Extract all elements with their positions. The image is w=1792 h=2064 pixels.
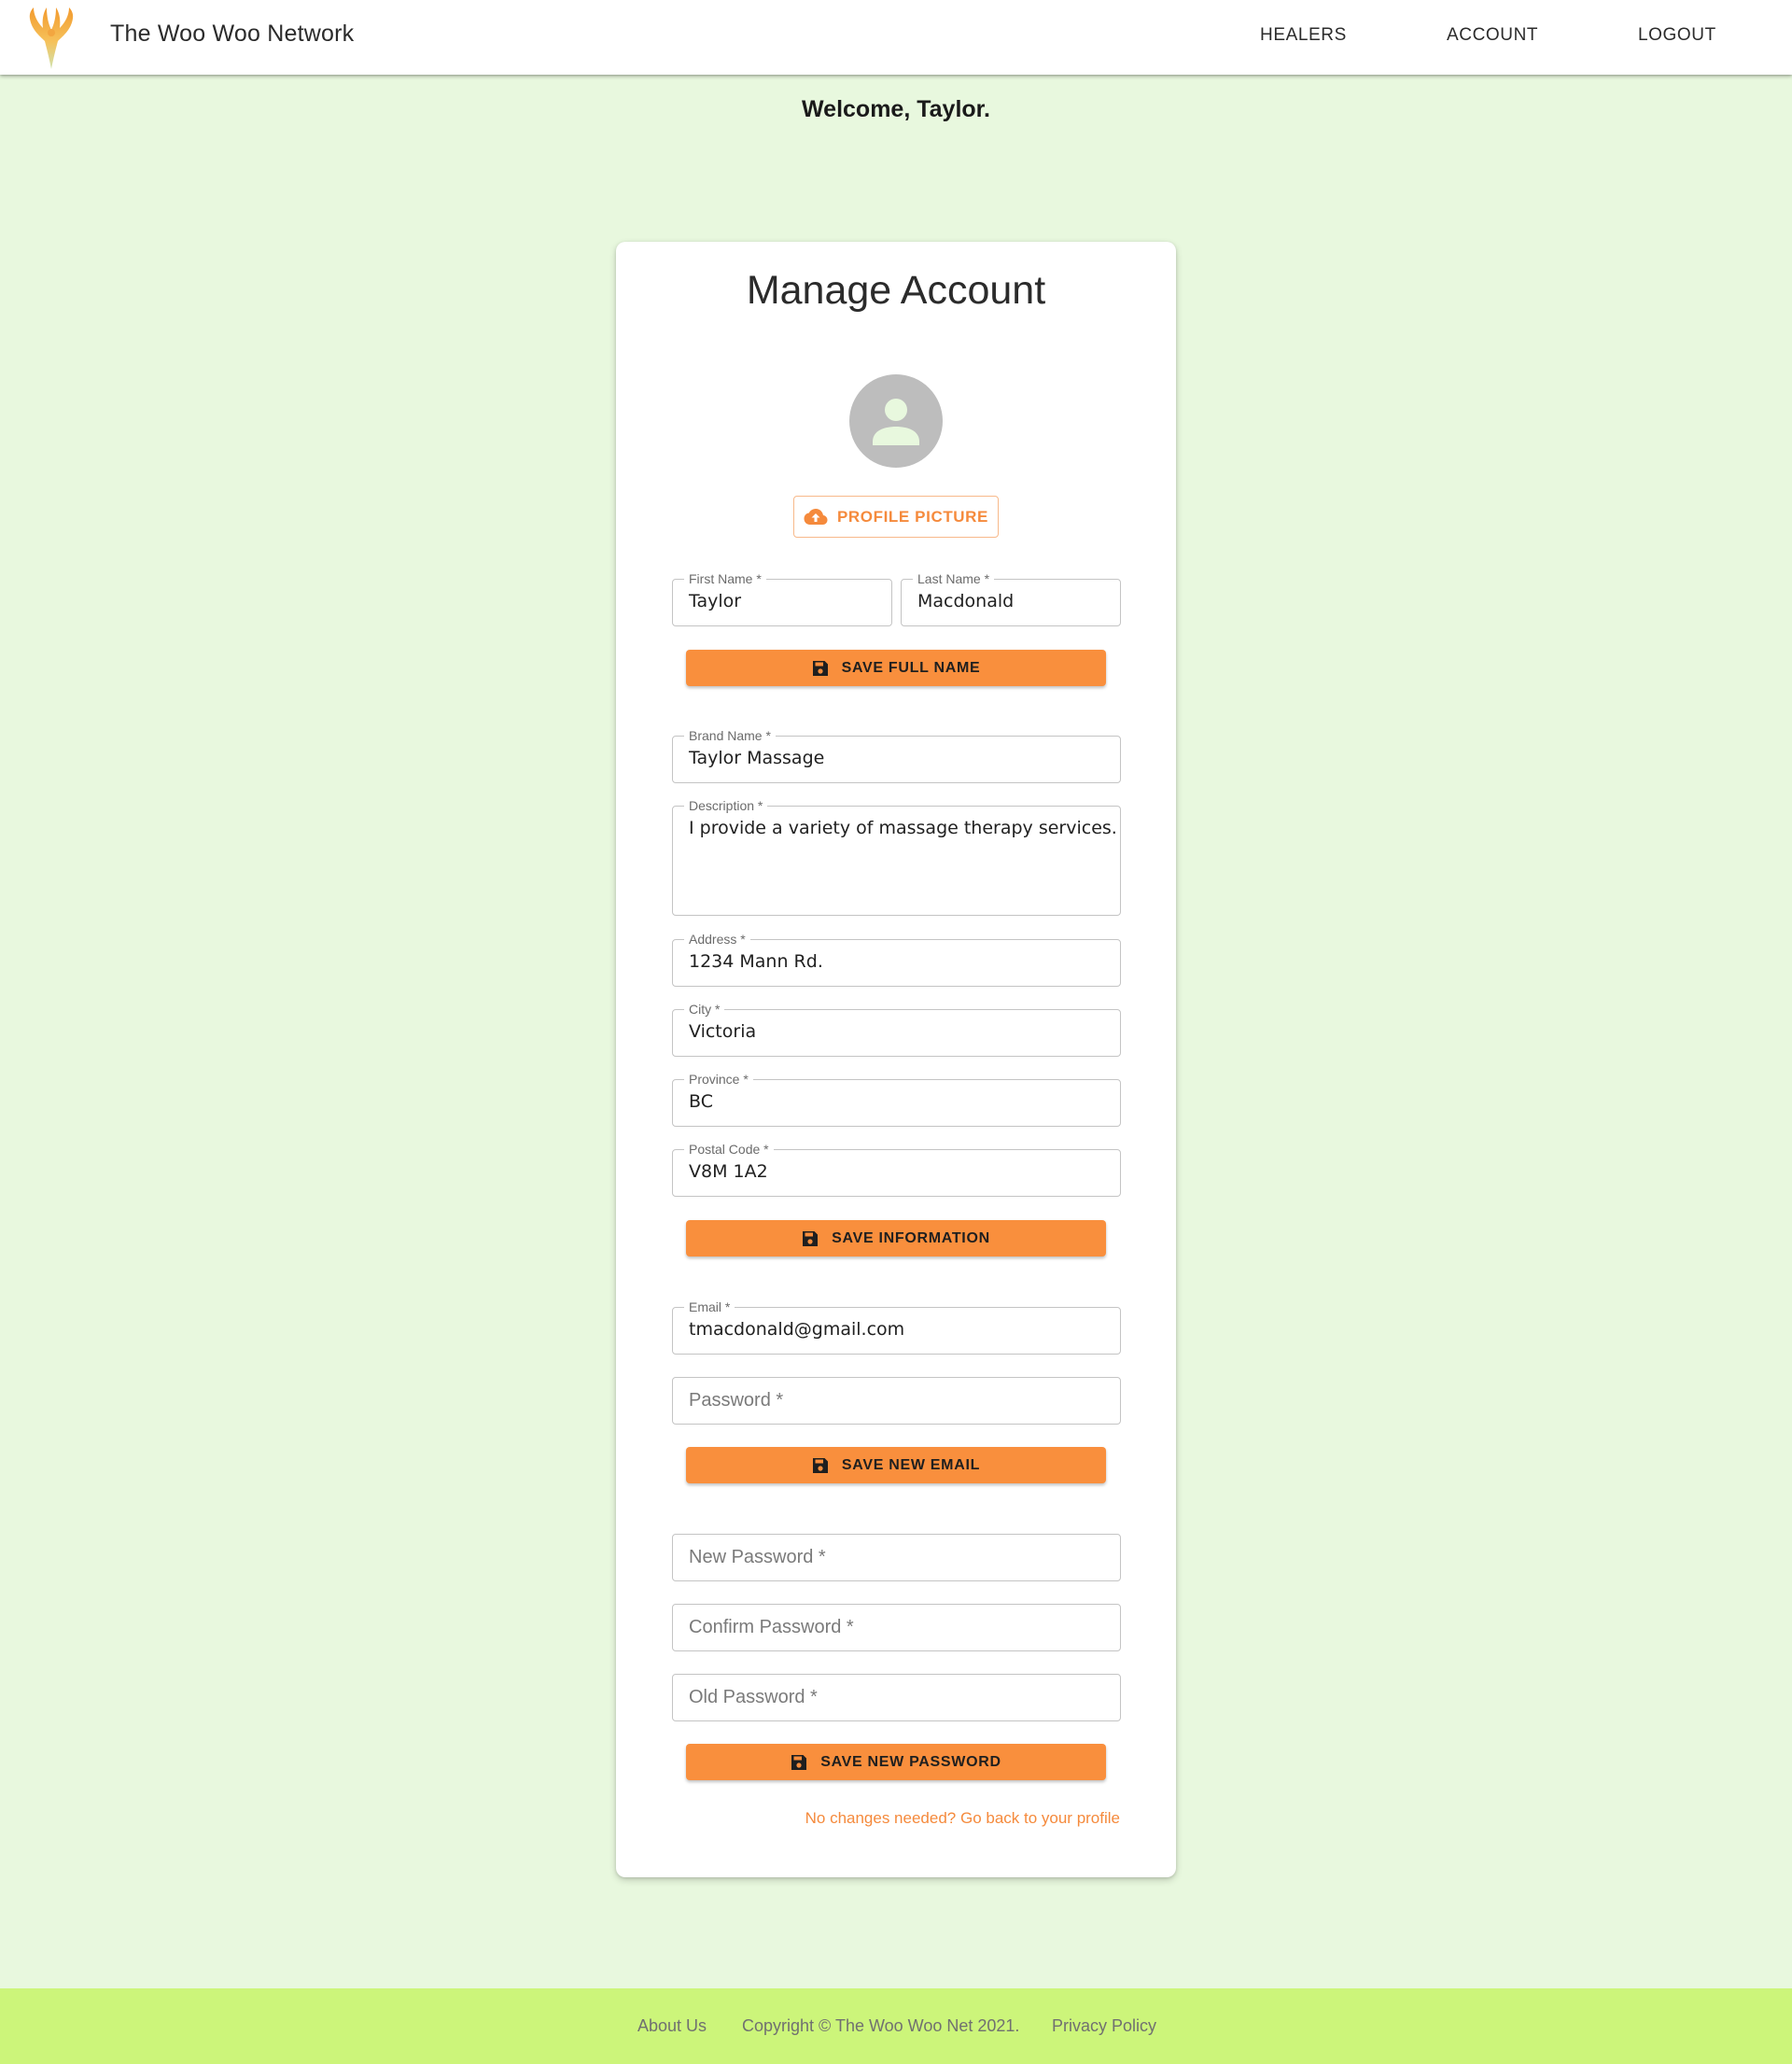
avatar-person-icon — [873, 399, 919, 445]
email-field[interactable]: Email * tmacdonald@gmail.com — [672, 1299, 1121, 1355]
description-label: Description * — [684, 798, 768, 813]
first-name-field[interactable]: First Name * Taylor — [672, 571, 892, 626]
address-value[interactable]: 1234 Mann Rd. — [689, 951, 823, 972]
save-floppy-icon — [791, 1754, 807, 1770]
confirm-password-field[interactable]: Confirm Password * — [672, 1604, 1121, 1651]
save-full-name-label: SAVE FULL NAME — [841, 659, 981, 676]
city-field[interactable]: City * Victoria — [672, 1002, 1121, 1057]
last-name-label: Last Name * — [913, 571, 995, 586]
manage-account-card: Manage Account PROFILE PICTURE First Nam… — [616, 242, 1176, 1877]
nav-logout[interactable]: LOGOUT — [1638, 25, 1716, 46]
description-field[interactable]: Description * I provide a variety of mas… — [672, 798, 1121, 916]
password-placeholder: Password * — [689, 1390, 784, 1411]
back-to-profile-link[interactable]: No changes needed? Go back to your profi… — [805, 1809, 1120, 1828]
first-name-value[interactable]: Taylor — [689, 591, 741, 611]
description-value[interactable]: I provide a variety of massage therapy s… — [689, 818, 1117, 838]
password-field[interactable]: Password * — [672, 1377, 1121, 1425]
new-password-field[interactable]: New Password * — [672, 1534, 1121, 1581]
save-full-name-button[interactable]: SAVE FULL NAME — [686, 650, 1106, 686]
old-password-placeholder: Old Password * — [689, 1687, 818, 1707]
province-value[interactable]: BC — [689, 1091, 713, 1112]
save-new-password-label: SAVE NEW PASSWORD — [820, 1753, 1001, 1770]
upload-label: PROFILE PICTURE — [836, 507, 988, 526]
address-label: Address * — [684, 932, 750, 947]
footer-about-link[interactable]: About Us — [637, 2016, 707, 2036]
save-floppy-icon — [803, 1230, 819, 1246]
save-information-label: SAVE INFORMATION — [832, 1229, 990, 1246]
nav-account[interactable]: ACCOUNT — [1447, 25, 1538, 46]
first-name-label: First Name * — [684, 571, 766, 586]
province-label: Province * — [684, 1072, 753, 1087]
city-value[interactable]: Victoria — [689, 1021, 756, 1042]
footer: About Us Copyright © The Woo Woo Net 202… — [0, 1988, 1792, 2064]
logo-flame-icon[interactable] — [26, 4, 77, 71]
last-name-field[interactable]: Last Name * Macdonald — [901, 571, 1121, 626]
footer-privacy-link[interactable]: Privacy Policy — [1052, 2016, 1156, 2036]
old-password-field[interactable]: Old Password * — [672, 1674, 1121, 1721]
save-new-email-button[interactable]: SAVE NEW EMAIL — [686, 1447, 1106, 1483]
city-label: City * — [684, 1002, 725, 1017]
save-floppy-icon — [812, 1457, 828, 1473]
avatar — [849, 374, 943, 468]
email-label: Email * — [684, 1299, 735, 1314]
welcome-message: Welcome, Taylor. — [802, 96, 990, 122]
save-information-button[interactable]: SAVE INFORMATION — [686, 1220, 1106, 1257]
app-bar: The Woo Woo Network HEALERS ACCOUNT LOGO… — [0, 0, 1792, 75]
email-value[interactable]: tmacdonald@gmail.com — [689, 1319, 904, 1340]
postal-code-label: Postal Code * — [684, 1142, 774, 1157]
brand-title[interactable]: The Woo Woo Network — [110, 21, 354, 48]
cloud-upload-icon — [804, 508, 828, 525]
save-new-password-button[interactable]: SAVE NEW PASSWORD — [686, 1744, 1106, 1780]
brand-name-value[interactable]: Taylor Massage — [689, 748, 824, 768]
brand-name-field[interactable]: Brand Name * Taylor Massage — [672, 728, 1121, 783]
address-field[interactable]: Address * 1234 Mann Rd. — [672, 932, 1121, 987]
page-title: Manage Account — [746, 268, 1046, 313]
save-floppy-icon — [812, 660, 828, 676]
footer-copyright: Copyright © The Woo Woo Net 2021. — [742, 2016, 1020, 2035]
new-password-placeholder: New Password * — [689, 1547, 826, 1567]
province-field[interactable]: Province * BC — [672, 1072, 1121, 1127]
upload-profile-picture-button[interactable]: PROFILE PICTURE — [793, 496, 999, 538]
postal-code-value[interactable]: V8M 1A2 — [689, 1161, 768, 1182]
last-name-value[interactable]: Macdonald — [917, 591, 1014, 611]
nav-healers[interactable]: HEALERS — [1260, 25, 1347, 46]
brand-name-label: Brand Name * — [684, 728, 776, 743]
confirm-password-placeholder: Confirm Password * — [689, 1617, 854, 1637]
postal-code-field[interactable]: Postal Code * V8M 1A2 — [672, 1142, 1121, 1197]
save-new-email-label: SAVE NEW EMAIL — [841, 1456, 981, 1473]
